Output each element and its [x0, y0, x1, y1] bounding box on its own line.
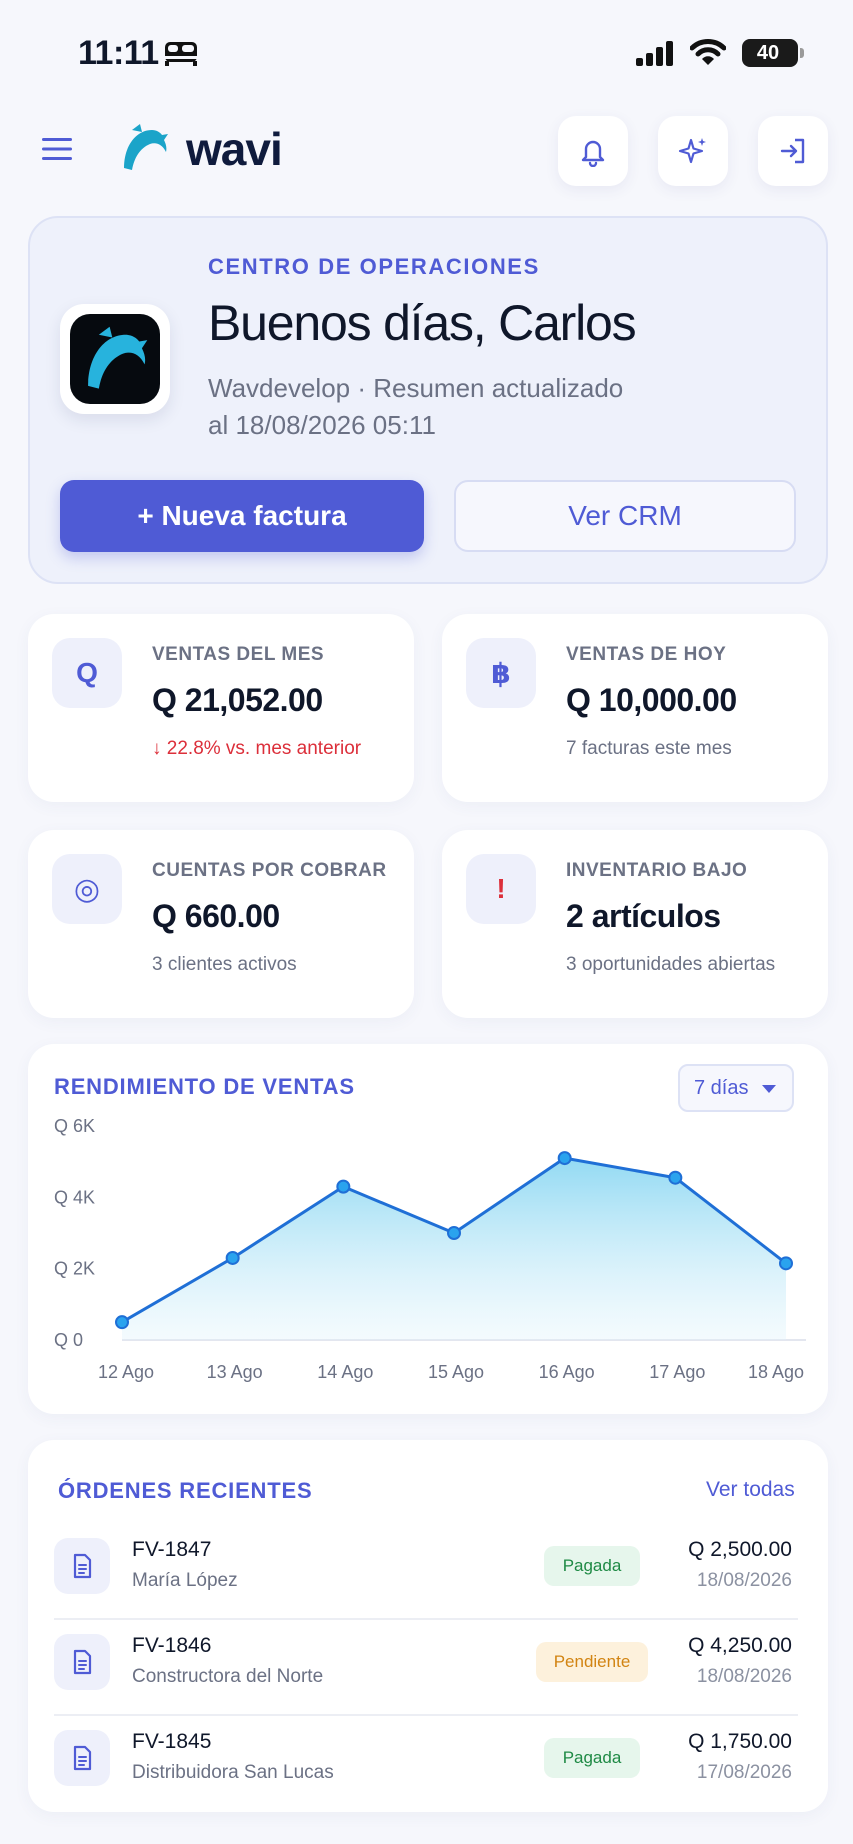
status-time: 11:11 [78, 34, 159, 72]
x-tick-label: 12 Ago [98, 1362, 154, 1382]
stat-value: Q 10,000.00 [566, 682, 737, 718]
quetzal-icon: Q [52, 638, 122, 708]
data-point [668, 1170, 683, 1185]
dolphin-logo-icon [88, 326, 148, 389]
y-tick-label: Q 6K [54, 1116, 95, 1136]
order-client: Distribuidora San Lucas [132, 1762, 334, 1783]
sign-in-icon [780, 138, 805, 164]
view-all-link[interactable]: Ver todas [706, 1478, 795, 1502]
hero-subtitle: Wavdevelop · Resumen actualizado al 18/0… [208, 373, 624, 440]
battery-icon: 40 [742, 39, 798, 67]
data-point [115, 1315, 129, 1330]
order-row[interactable]: FV-1846 Constructora del Norte Pendiente… [54, 1622, 798, 1716]
bell-icon [581, 140, 605, 167]
company-logo [60, 304, 170, 414]
order-id: FV-1846 [132, 1634, 212, 1657]
document-icon [54, 1538, 110, 1594]
status-badge: Pendiente [536, 1642, 648, 1682]
stat-note: 3 oportunidades abiertas [566, 954, 776, 975]
status-bar: 11:11 40 [0, 0, 853, 100]
stat-card-low-inventory[interactable]: ! INVENTARIO BAJO 2 artículos 3 oportuni… [442, 830, 828, 1018]
stat-note: 3 clientes activos [152, 954, 297, 975]
order-client: Constructora del Norte [132, 1666, 324, 1687]
x-tick-label: 13 Ago [207, 1362, 263, 1382]
stat-note: 7 facturas este mes [566, 738, 732, 759]
stat-label: INVENTARIO BAJO [566, 860, 748, 881]
order-row[interactable]: FV-1845 Distribuidora San Lucas Pagada Q… [54, 1718, 798, 1812]
recent-orders-card: ÓRDENES RECIENTES Ver todas FV-1847 Marí… [28, 1440, 828, 1812]
stat-card-monthly-sales[interactable]: Q VENTAS DEL MES Q 21,052.00 ↓ 22.8% vs.… [28, 614, 414, 802]
alert-icon: ! [466, 854, 536, 924]
status-badge: Pagada [544, 1546, 640, 1586]
sparkle-icon [678, 138, 706, 164]
sales-performance-card: RENDIMIENTO DE VENTAS 7 días Q 0Q 2K Q 4K… [28, 1044, 828, 1414]
y-tick-label: Q 2K [54, 1259, 95, 1279]
x-tick-label: 14 Ago [317, 1362, 373, 1382]
x-tick-label: 17 Ago [649, 1362, 705, 1382]
stat-value: Q 660.00 [152, 898, 280, 934]
ai-assistant-button[interactable] [658, 116, 728, 186]
order-date: 18/08/2026 [696, 1570, 792, 1591]
stat-value: 2 artículos [566, 898, 721, 934]
battery-level: 40 [756, 42, 780, 64]
x-tick-label: 15 Ago [428, 1362, 484, 1382]
status-badge: Pagada [544, 1738, 640, 1778]
brand-name: wavi [186, 123, 283, 175]
login-button[interactable] [758, 116, 828, 186]
battery-nub [800, 48, 804, 58]
notifications-button[interactable] [558, 116, 628, 186]
wifi-icon [690, 39, 726, 65]
target-icon: ◎ [52, 854, 122, 924]
x-tick-label: 18 Ago [748, 1362, 804, 1382]
order-client: María López [132, 1570, 238, 1591]
x-tick-label: 16 Ago [539, 1362, 595, 1382]
order-date: 17/08/2026 [696, 1762, 792, 1783]
order-id: FV-1845 [132, 1730, 212, 1753]
new-invoice-button[interactable]: + Nueva factura [60, 480, 424, 552]
cellular-signal-icon [636, 41, 673, 66]
view-crm-button[interactable]: Ver CRM [454, 480, 796, 552]
y-tick-label: Q 4K [54, 1187, 95, 1207]
order-id: FV-1847 [132, 1538, 212, 1561]
data-point [336, 1179, 351, 1194]
greeting-title: Buenos días, Carlos [208, 295, 637, 351]
data-point [557, 1151, 572, 1166]
stat-card-receivables[interactable]: ◎ CUENTAS POR COBRAR Q 660.00 3 clientes… [28, 830, 414, 1018]
document-icon [54, 1730, 110, 1786]
stat-card-today-sales[interactable]: ฿ VENTAS DE HOY Q 10,000.00 7 facturas e… [442, 614, 828, 802]
stat-label: VENTAS DE HOY [566, 644, 727, 665]
dolphin-logo-icon [124, 124, 168, 170]
sleep-focus-icon [165, 42, 197, 66]
stat-trend: ↓ 22.8% vs. mes anterior [152, 738, 362, 759]
stat-value: Q 21,052.00 [152, 682, 323, 718]
order-amount: Q 4,250.00 [688, 1634, 792, 1657]
data-point [447, 1226, 461, 1240]
stat-label: VENTAS DEL MES [152, 644, 325, 665]
sales-area-chart: Q 0 Q 2K Q 4K Q 6K 12 Ago 13 Ago 14 Ago 15 Ago 1… [54, 1116, 806, 1382]
document-icon [54, 1634, 110, 1690]
data-point [225, 1250, 240, 1265]
operations-hero-card: CENTRO DE OPERACIONES Buenos días, Carlo… [28, 216, 828, 584]
y-tick-label: Q 0 [54, 1330, 83, 1350]
order-date: 18/08/2026 [696, 1666, 792, 1687]
stat-label: CUENTAS POR COBRAR [152, 860, 387, 881]
orders-title: ÓRDENES RECIENTES [58, 1478, 313, 1503]
order-row[interactable]: FV-1847 María López Pagada Q 2,500.00 18… [54, 1526, 798, 1620]
menu-icon[interactable] [42, 136, 72, 162]
hero-eyebrow: CENTRO DE OPERACIONES [208, 254, 540, 279]
data-point [779, 1256, 793, 1271]
order-amount: Q 2,500.00 [688, 1538, 792, 1561]
currency-icon: ฿ [466, 638, 536, 708]
order-amount: Q 1,750.00 [688, 1730, 792, 1753]
